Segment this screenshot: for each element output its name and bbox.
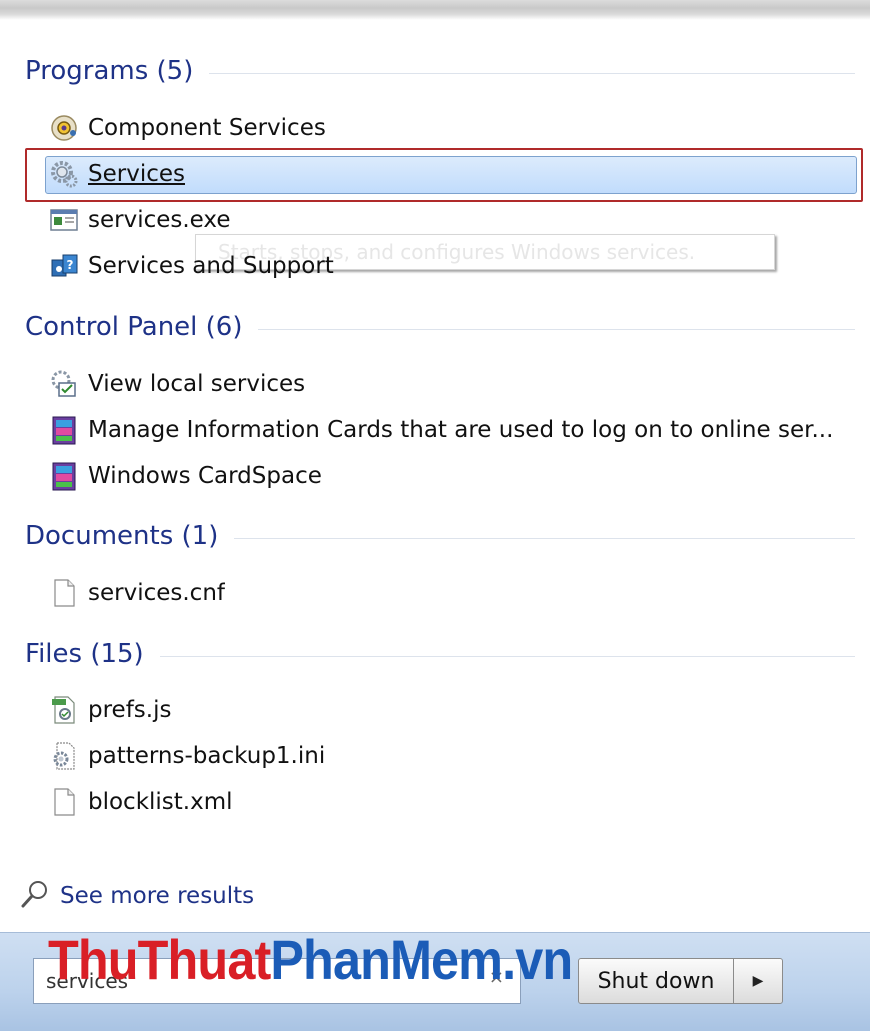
result-windows-cardspace[interactable]: Windows CardSpace (48, 456, 858, 496)
result-services[interactable]: Services (48, 154, 858, 194)
settings-file-icon (48, 740, 80, 772)
result-label: Windows CardSpace (88, 463, 322, 489)
watermark-part: ThuThuat (48, 928, 271, 991)
section-divider (234, 537, 855, 539)
result-prefs-js[interactable]: prefs.js (48, 690, 858, 730)
section-header-control-panel: Control Panel (6) (25, 309, 855, 345)
watermark-part: .vn (502, 928, 573, 991)
script-file-icon (48, 694, 80, 726)
section-divider (258, 328, 855, 330)
result-label: services.cnf (88, 580, 226, 606)
section-divider (209, 72, 855, 74)
see-more-results-label: See more results (60, 883, 255, 909)
result-label: patterns-backup1.ini (88, 743, 326, 769)
section-title-control-panel: Control Panel (6) (25, 312, 243, 342)
document-icon (48, 786, 80, 818)
result-manage-information-cards[interactable]: Manage Information Cards that are used t… (48, 410, 858, 450)
see-more-results-link[interactable]: See more results (20, 876, 254, 916)
result-patterns-backup1-ini[interactable]: patterns-backup1.ini (48, 736, 858, 776)
section-title-documents: Documents (1) (25, 521, 219, 551)
local-services-icon (48, 368, 80, 400)
section-title-files: Files (15) (25, 639, 144, 669)
component-services-icon (48, 112, 80, 144)
result-label: Component Services (88, 115, 326, 141)
result-label: blocklist.xml (88, 789, 233, 815)
arrow-right-icon: ▶ (752, 973, 764, 989)
services-gear-icon (48, 158, 80, 190)
search-icon (20, 879, 50, 913)
watermark-logo: ThuThuat PhanMem .vn (48, 928, 573, 991)
result-component-services[interactable]: Component Services (48, 108, 858, 148)
result-label: Manage Information Cards that are used t… (88, 417, 834, 443)
svg-text:?: ? (67, 258, 74, 272)
result-label: Services and Support (88, 253, 334, 279)
result-services-cnf[interactable]: services.cnf (48, 573, 858, 613)
result-label: services.exe (88, 207, 231, 233)
section-header-programs: Programs (5) (25, 53, 855, 89)
cardspace-icon (48, 460, 80, 492)
result-blocklist-xml[interactable]: blocklist.xml (48, 782, 858, 822)
help-support-icon: ? (48, 250, 80, 282)
document-icon (48, 577, 80, 609)
result-label: prefs.js (88, 697, 172, 723)
watermark-part: PhanMem (270, 928, 503, 991)
section-header-documents: Documents (1) (25, 518, 855, 554)
exe-window-icon (48, 204, 80, 236)
cardspace-icon (48, 414, 80, 446)
section-header-files: Files (15) (25, 636, 855, 672)
section-title-programs: Programs (5) (25, 56, 194, 86)
result-label: View local services (88, 371, 306, 397)
shut-down-button[interactable]: Shut down (578, 958, 734, 1004)
result-label: Services (88, 161, 185, 187)
shut-down-label: Shut down (597, 968, 715, 994)
section-divider (159, 655, 855, 657)
window-top-border (0, 0, 870, 20)
result-services-and-support[interactable]: ? Services and Support (48, 246, 858, 286)
shut-down-options-button[interactable]: ▶ (733, 958, 783, 1004)
result-view-local-services[interactable]: View local services (48, 364, 858, 404)
